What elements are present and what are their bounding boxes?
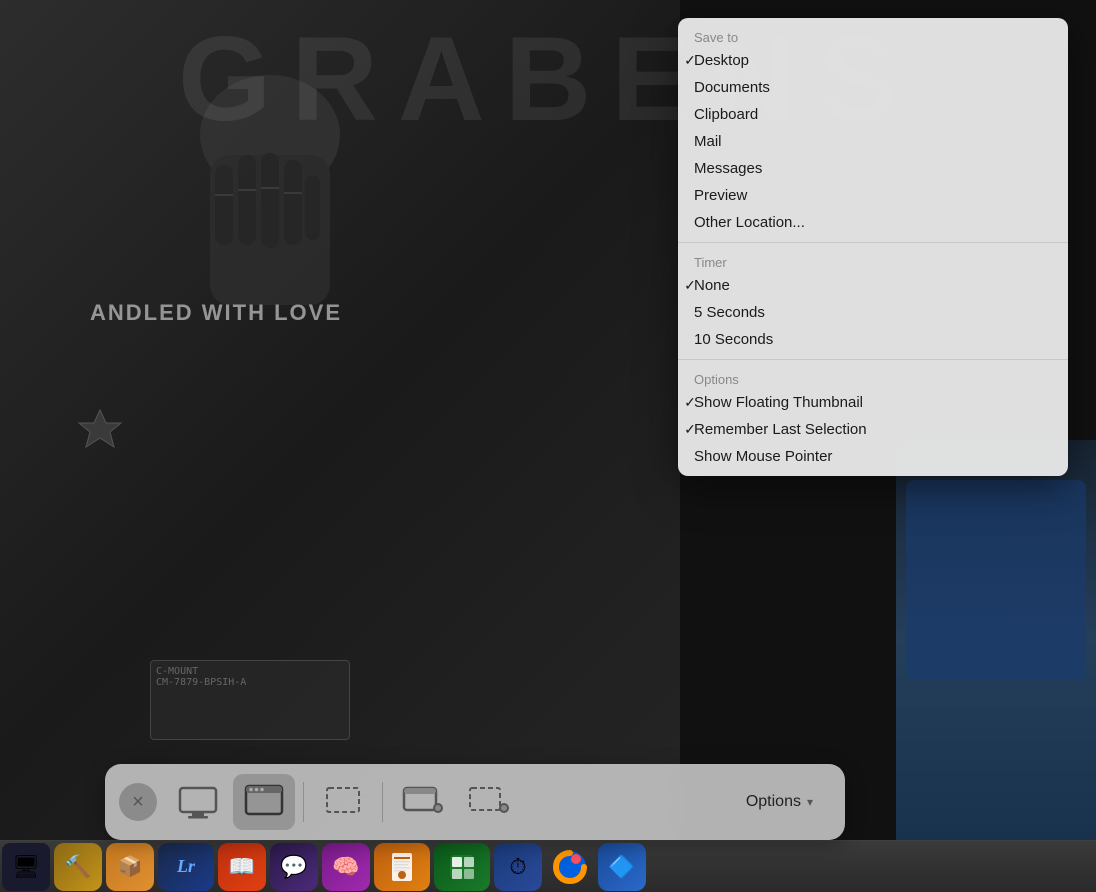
menu-item-other-label: Other Location... [694, 214, 805, 231]
menu-item-timer-none[interactable]: ✓ None [678, 272, 1068, 299]
timer-section: Timer ✓ None ✓ 5 Seconds ✓ 10 Seconds [678, 243, 1068, 360]
dock: 🖥 🔨 📦 Lr 📖 💬 🧠 [0, 840, 1096, 892]
watermark-text: ANDLED WITH LOVE [90, 300, 342, 326]
record-screen-icon [400, 780, 444, 824]
capture-selection-icon [321, 780, 365, 824]
save-to-header: Save to [678, 24, 1068, 47]
menu-item-preview-label: Preview [694, 187, 747, 204]
dock-item-pages[interactable] [374, 843, 430, 891]
menu-item-clipboard[interactable]: ✓ Clipboard [678, 101, 1068, 128]
record-screen-button[interactable] [391, 774, 453, 830]
screenshot-toolbar: Options ▾ [105, 764, 845, 840]
save-to-section: Save to ✓ Desktop ✓ Documents ✓ Clipboar… [678, 18, 1068, 243]
check-mark-remember: ✓ [678, 421, 702, 438]
record-selection-button[interactable] [457, 774, 519, 830]
menu-item-clipboard-label: Clipboard [694, 106, 758, 123]
capture-selection-button[interactable] [312, 774, 374, 830]
menu-item-timer-5s[interactable]: ✓ 5 Seconds [678, 299, 1068, 326]
menu-item-other-location[interactable]: ✓ Other Location... [678, 209, 1068, 236]
menu-item-documents[interactable]: ✓ Documents [678, 74, 1068, 101]
dock-item-lightroom[interactable]: Lr [158, 843, 214, 891]
toolbar-divider-2 [382, 782, 383, 822]
close-button[interactable] [119, 783, 157, 821]
menu-item-show-pointer-label: Show Mouse Pointer [694, 448, 832, 465]
dock-item-slack[interactable]: 💬 [270, 843, 318, 891]
menu-item-preview[interactable]: ✓ Preview [678, 182, 1068, 209]
dock-item-mindnode[interactable]: 🧠 [322, 843, 370, 891]
menu-item-show-thumbnail-label: Show Floating Thumbnail [694, 394, 863, 411]
menu-item-messages-label: Messages [694, 160, 762, 177]
record-selection-icon [466, 780, 510, 824]
dock-item-xcode[interactable]: 🔨 [54, 843, 102, 891]
toolbar-divider-1 [303, 782, 304, 822]
menu-item-remember-label: Remember Last Selection [694, 421, 867, 438]
context-menu: Save to ✓ Desktop ✓ Documents ✓ Clipboar… [678, 18, 1068, 476]
menu-item-remember-selection[interactable]: ✓ Remember Last Selection [678, 416, 1068, 443]
menu-item-show-thumbnail[interactable]: ✓ Show Floating Thumbnail [678, 389, 1068, 416]
options-section: Options ✓ Show Floating Thumbnail ✓ Reme… [678, 360, 1068, 476]
check-mark-thumbnail: ✓ [678, 394, 702, 411]
options-button[interactable]: Options ▾ [728, 780, 831, 824]
capture-window-icon [242, 780, 286, 824]
options-chevron-icon: ▾ [807, 795, 813, 809]
options-header: Options [678, 366, 1068, 389]
menu-item-timer-5s-label: 5 Seconds [694, 304, 765, 321]
dock-item-extra[interactable]: 🔷 [598, 843, 646, 891]
dock-item-terminal[interactable]: 🖥 [2, 843, 50, 891]
menu-item-show-pointer[interactable]: ✓ Show Mouse Pointer [678, 443, 1068, 470]
capture-screen-icon [176, 780, 220, 824]
options-label: Options [746, 793, 801, 811]
dock-item-books[interactable]: 📖 [218, 843, 266, 891]
capture-window-button[interactable] [233, 774, 295, 830]
check-mark-timer-none: ✓ [678, 277, 702, 294]
menu-item-timer-10s-label: 10 Seconds [694, 331, 773, 348]
capture-screen-button[interactable] [167, 774, 229, 830]
check-mark-desktop: ✓ [678, 52, 702, 69]
menu-item-timer-10s[interactable]: ✓ 10 Seconds [678, 326, 1068, 353]
menu-item-messages[interactable]: ✓ Messages [678, 155, 1068, 182]
dock-item-firefox[interactable] [546, 843, 594, 891]
menu-item-mail-label: Mail [694, 133, 722, 150]
menu-item-desktop-label: Desktop [694, 52, 749, 69]
dock-item-numbers[interactable] [434, 843, 490, 891]
dock-item-disk[interactable]: ⏱ [494, 843, 542, 891]
menu-item-documents-label: Documents [694, 79, 770, 96]
menu-item-desktop[interactable]: ✓ Desktop [678, 47, 1068, 74]
menu-item-mail[interactable]: ✓ Mail [678, 128, 1068, 155]
dock-item-box[interactable]: 📦 [106, 843, 154, 891]
timer-header: Timer [678, 249, 1068, 272]
